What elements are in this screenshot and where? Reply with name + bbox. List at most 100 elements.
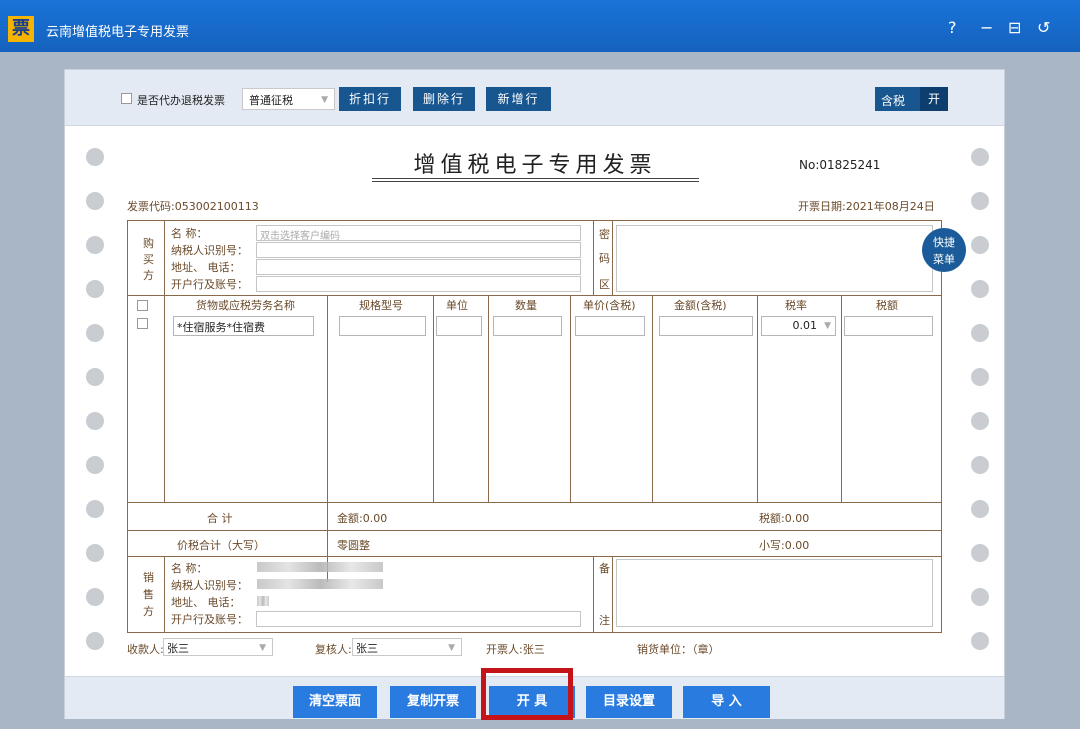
grid-line [164, 221, 165, 295]
seller-taxid-label: 纳税人识别号： [171, 579, 248, 592]
add-row-button[interactable]: 新增行 [486, 87, 551, 111]
remark-section-char: 备 [599, 562, 610, 575]
minimize-icon[interactable]: − [980, 18, 993, 37]
grid-line [593, 221, 594, 295]
payee-label: 收款人: [127, 643, 164, 656]
back-icon[interactable]: ↺ [1037, 18, 1050, 37]
invoice-number: No:01825241 [799, 158, 881, 172]
remark-area[interactable] [616, 559, 933, 627]
help-icon[interactable]: ? [948, 18, 957, 37]
seller-section-char: 销 [143, 571, 154, 584]
item-rate-value: 0.01 [792, 319, 818, 332]
payee-value: 张三 [167, 642, 189, 655]
grid-line [757, 295, 758, 502]
payee-select[interactable]: 张三 ▼ [163, 638, 273, 656]
perforation-hole [971, 368, 989, 386]
cipher-section-char: 区 [599, 278, 610, 291]
buyer-section-char: 购 [143, 237, 154, 250]
item-amount-input[interactable] [659, 316, 753, 336]
grid-line [128, 295, 941, 296]
buyer-name-input[interactable]: 双击选择客户编码 [256, 225, 581, 241]
agent-refund-checkbox[interactable] [121, 93, 132, 104]
perforation-hole [971, 456, 989, 474]
select-all-checkbox[interactable] [137, 300, 148, 311]
grid-line [164, 295, 165, 502]
item-qty-input[interactable] [493, 316, 562, 336]
grid-line [433, 295, 434, 502]
title-underline [372, 181, 699, 182]
restore-icon[interactable]: ⊟ [1008, 18, 1021, 37]
seller-bank-input[interactable] [256, 611, 581, 627]
grid-line [128, 502, 941, 503]
tax-included-state: 开 [920, 87, 948, 111]
reviewer-value: 张三 [356, 642, 378, 655]
remark-section-char: 注 [599, 614, 610, 627]
chevron-down-icon: ▼ [321, 95, 328, 105]
perforation-hole [86, 500, 104, 518]
redacted-seller-name [257, 562, 383, 572]
perforation-hole [971, 632, 989, 650]
col-header-qty: 数量 [515, 299, 537, 312]
item-spec-input[interactable] [339, 316, 426, 336]
tax-included-toggle[interactable]: 含税 开 [875, 87, 948, 111]
perforation-hole [971, 500, 989, 518]
grid-line [128, 530, 941, 531]
sum-label: 合 计 [207, 512, 233, 525]
perforation-hole [971, 544, 989, 562]
discount-row-button[interactable]: 折扣行 [339, 87, 401, 111]
buyer-section-char: 方 [143, 269, 154, 282]
grid-line [488, 295, 489, 502]
perforation-hole [86, 588, 104, 606]
delete-row-button[interactable]: 删除行 [413, 87, 475, 111]
invoice-toolbar: 是否代办退税发票 普通征税 ▼ 折扣行 删除行 新增行 含税 开 [65, 70, 1004, 126]
grid-line [327, 295, 328, 582]
invoice-code: 发票代码:053002100113 [127, 200, 259, 213]
perforation-hole [971, 192, 989, 210]
import-button[interactable]: 导 入 [683, 686, 770, 718]
perforation-hole [971, 148, 989, 166]
quick-menu-label: 快捷 [933, 236, 955, 249]
agent-refund-label: 是否代办退税发票 [137, 94, 225, 107]
issuer-label: 开票人:张三 [486, 643, 545, 656]
redacted-seller-address [257, 596, 269, 606]
seller-section-char: 方 [143, 605, 154, 618]
perforation-hole [86, 192, 104, 210]
levy-type-select[interactable]: 普通征税 ▼ [242, 88, 335, 110]
item-tax-input[interactable] [844, 316, 933, 336]
reviewer-select[interactable]: 张三 ▼ [352, 638, 462, 656]
clear-form-button[interactable]: 清空票面 [293, 686, 377, 718]
perforation-hole [86, 324, 104, 342]
catalog-settings-button[interactable]: 目录设置 [586, 686, 672, 718]
perforation-hole [86, 632, 104, 650]
perforation-hole [86, 544, 104, 562]
item-unit-input[interactable] [436, 316, 482, 336]
buyer-address-input[interactable] [256, 259, 581, 275]
seller-address-label: 地址、 电话： [171, 596, 241, 609]
reviewer-label: 复核人: [315, 643, 352, 656]
buyer-name-label: 名 称： [171, 227, 208, 240]
item-rate-select[interactable]: 0.01 ▼ [761, 316, 836, 336]
chevron-down-icon: ▼ [824, 321, 831, 331]
grid-line [652, 295, 653, 502]
total-label: 价税合计（大写） [177, 539, 265, 552]
quick-menu-button[interactable]: 快捷 菜单 [922, 228, 966, 272]
chevron-down-icon: ▼ [448, 643, 455, 653]
item-name-input[interactable]: *住宿服务*住宿费 [173, 316, 314, 336]
perforation-hole [86, 368, 104, 386]
row-checkbox[interactable] [137, 318, 148, 329]
buyer-taxid-input[interactable] [256, 242, 581, 258]
redacted-seller-taxid [257, 579, 383, 589]
perforation-hole [86, 412, 104, 430]
perforation-hole [971, 324, 989, 342]
col-header-rate: 税率 [785, 299, 807, 312]
highlight-box [481, 668, 573, 720]
perforation-hole [86, 148, 104, 166]
perforation-hole [971, 280, 989, 298]
perforation-hole [971, 412, 989, 430]
seller-bank-label: 开户行及账号： [171, 613, 248, 626]
buyer-bank-input[interactable] [256, 276, 581, 292]
copy-invoice-button[interactable]: 复制开票 [390, 686, 476, 718]
item-price-input[interactable] [575, 316, 645, 336]
col-header-tax: 税额 [876, 299, 898, 312]
buyer-section-char: 买 [143, 253, 154, 266]
